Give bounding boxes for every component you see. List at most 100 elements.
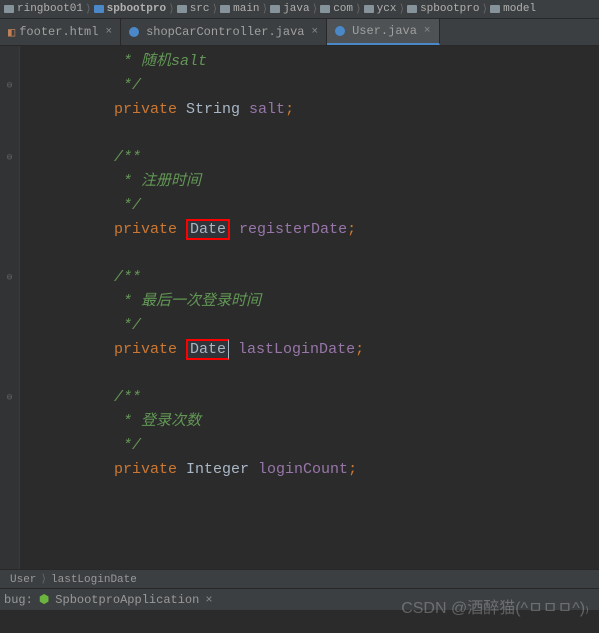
breadcrumb: ringboot01⟩spbootpro⟩src⟩main⟩java⟩com⟩y… [0,0,599,19]
breadcrumb-item[interactable]: src [177,3,210,15]
editor-tab[interactable]: ◧footer.html× [0,19,121,45]
code-line[interactable]: * 最后一次登录时间 [78,290,599,314]
code-line[interactable]: private Date lastLoginDate; [78,338,599,362]
breadcrumb-item[interactable]: spbootpro [407,3,479,15]
chevron-right-icon: ⟩ [212,2,219,16]
member-breadcrumb-item[interactable]: lastLoginDate [51,574,137,586]
code-area[interactable]: * 随机salt */ private String salt; /** * 注… [20,46,599,569]
breadcrumb-item[interactable]: ycx [364,3,397,15]
close-icon[interactable]: × [312,26,319,38]
code-line[interactable]: /** [78,266,599,290]
java-class-icon [129,27,139,37]
breadcrumb-item[interactable]: main [220,3,259,15]
member-breadcrumb[interactable]: User ⟩ lastLoginDate [0,569,599,588]
code-line[interactable]: private Integer loginCount; [78,458,599,482]
breadcrumb-label: java [283,3,309,15]
token-type: Date [186,339,229,360]
fold-toggle-icon[interactable]: ⊖ [6,272,12,284]
code-line[interactable]: * 注册时间 [78,170,599,194]
gutter: ⊖ ⊖ ⊖ ⊖ [0,46,20,569]
folder-icon [270,5,280,13]
run-config-name[interactable]: SpbootproApplication [55,593,199,607]
fold-toggle-icon[interactable]: ⊖ [6,392,12,404]
breadcrumb-label: ringboot01 [17,3,83,15]
token-keyword: private [114,221,186,238]
code-line[interactable] [78,122,599,146]
token-comment: * 随机salt [123,53,207,70]
token-comment: */ [123,317,141,334]
fold-toggle-icon[interactable]: ⊖ [6,80,12,92]
breadcrumb-label: com [333,3,353,15]
token-ident: loginCount [258,461,348,478]
token-keyword: private [114,341,186,358]
breadcrumb-item[interactable]: ringboot01 [4,3,83,15]
token-type: Date [186,219,230,240]
breadcrumb-label: model [503,3,536,15]
close-icon[interactable]: × [424,25,431,37]
breadcrumb-label: ycx [377,3,397,15]
chevron-right-icon: ⟩ [355,2,362,16]
chevron-right-icon: ⟩ [40,574,47,586]
token-comment: /** [114,269,141,286]
folder-icon [490,5,500,13]
chevron-right-icon: ⟩ [312,2,319,16]
code-line[interactable]: /** [78,386,599,410]
code-line[interactable]: */ [78,314,599,338]
debug-label: bug: [4,593,33,607]
code-line[interactable]: * 随机salt [78,50,599,74]
chevron-right-icon: ⟩ [481,2,488,16]
code-line[interactable]: /** [78,146,599,170]
debug-toolbar: bug: ⬢ SpbootproApplication × [0,588,599,610]
code-line[interactable]: */ [78,74,599,98]
close-icon[interactable]: × [205,593,212,607]
token-semi: ; [347,221,356,238]
code-line[interactable]: * 登录次数 [78,410,599,434]
folder-icon [94,5,104,13]
tab-label: User.java [352,24,417,38]
token-semi: ; [348,461,357,478]
code-line[interactable]: private Date registerDate; [78,218,599,242]
editor-tab[interactable]: User.java × [327,19,439,45]
token-comment: /** [114,149,141,166]
code-line[interactable]: */ [78,434,599,458]
token-semi: ; [285,101,294,118]
breadcrumb-item[interactable]: spbootpro [94,3,166,15]
breadcrumb-item[interactable]: com [320,3,353,15]
breadcrumb-item[interactable]: model [490,3,536,15]
chevron-right-icon: ⟩ [262,2,269,16]
spring-boot-icon: ⬢ [39,592,49,607]
token-comment: * 注册时间 [123,173,201,190]
token-comment: */ [123,197,141,214]
token-comment: */ [123,77,141,94]
code-editor[interactable]: ⊖ ⊖ ⊖ ⊖ * 随机salt */ private String salt; /*… [0,46,599,569]
close-icon[interactable]: × [105,26,112,38]
code-line[interactable]: */ [78,194,599,218]
code-line[interactable]: private String salt; [78,98,599,122]
code-line[interactable] [78,362,599,386]
folder-icon [4,5,14,13]
folder-icon [177,5,187,13]
code-line[interactable] [78,482,599,506]
fold-toggle-icon[interactable]: ⊖ [6,152,12,164]
folder-icon [407,5,417,13]
token-type: Integer [186,461,258,478]
token-ident: lastLoginDate [229,341,355,358]
folder-icon [364,5,374,13]
breadcrumb-label: main [233,3,259,15]
code-line[interactable] [78,242,599,266]
breadcrumb-label: src [190,3,210,15]
tab-label: footer.html [19,25,98,39]
token-keyword: private [114,461,186,478]
token-comment: */ [123,437,141,454]
editor-tab[interactable]: shopCarController.java × [121,19,327,45]
java-class-icon [335,26,345,36]
breadcrumb-label: spbootpro [420,3,479,15]
breadcrumb-label: spbootpro [107,3,166,15]
token-ident: registerDate [230,221,347,238]
tab-label: shopCarController.java [146,25,304,39]
token-ident: salt [249,101,285,118]
chevron-right-icon: ⟩ [85,2,92,16]
breadcrumb-item[interactable]: java [270,3,309,15]
folder-icon [320,5,330,13]
member-breadcrumb-item[interactable]: User [10,574,36,586]
